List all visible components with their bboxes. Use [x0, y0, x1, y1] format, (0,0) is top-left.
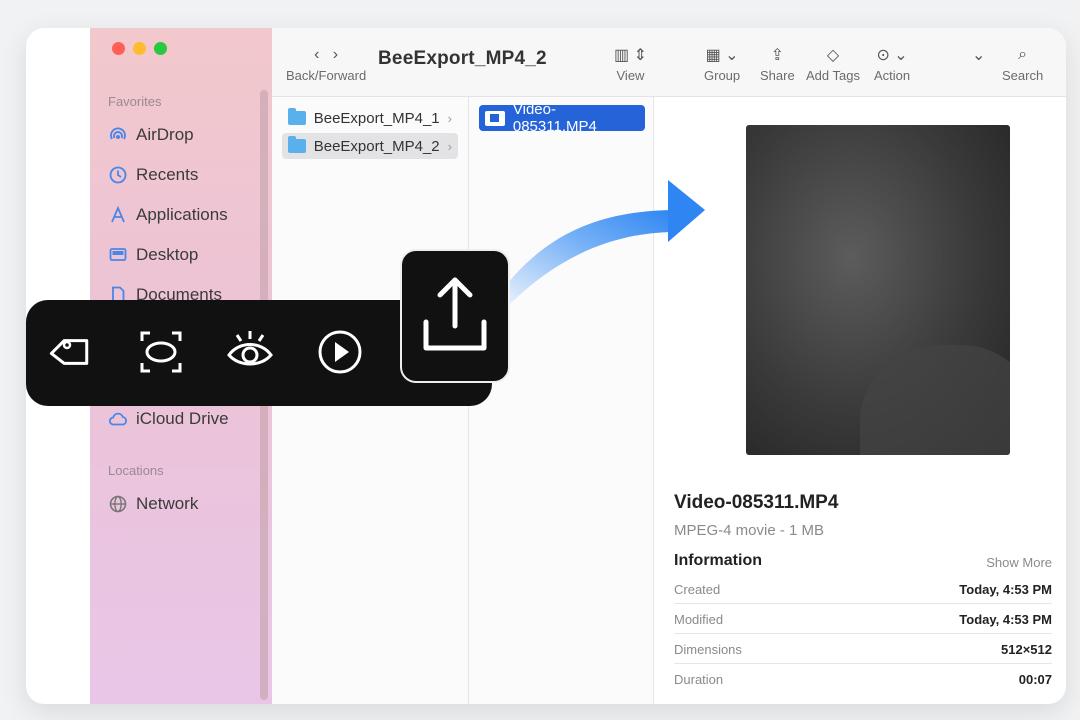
info-row: Dimensions 512×512: [674, 635, 1052, 664]
action-button[interactable]: ⊙ ⌄ Action: [874, 42, 910, 83]
locations-header: Locations: [108, 463, 164, 478]
preview-file-name: Video-085311.MP4: [674, 492, 839, 513]
cloud-icon: [108, 412, 127, 426]
chevron-down-icon: ⌄: [972, 47, 986, 64]
sidebar-item-label: iCloud Drive: [136, 409, 229, 428]
window-title: BeeExport_MP4_2: [378, 48, 547, 69]
share-quick-action-button[interactable]: [400, 249, 510, 383]
sidebar-item-icloud-drive[interactable]: iCloud Drive: [108, 406, 229, 432]
clock-icon: [109, 166, 127, 184]
chevron-right-icon: ›: [447, 110, 452, 126]
tag-button[interactable]: [46, 324, 102, 380]
grid-icon: ▦ ⌄: [705, 47, 739, 64]
window-controls: [112, 42, 167, 55]
chevron-right-icon: ›: [447, 138, 452, 154]
folder-icon: [288, 136, 306, 153]
info-value: 00:07: [1018, 671, 1052, 687]
folder-row-selected[interactable]: BeeExport_MP4_2 ›: [282, 133, 458, 159]
info-value: Today, 4:53 PM: [959, 611, 1052, 627]
share-icon: [423, 277, 487, 351]
desktop-icon: [109, 248, 127, 261]
info-row: Created Today, 4:53 PM: [674, 575, 1052, 604]
toolbar: ‹ › Back/Forward BeeExport_MP4_2 ▥ ⇕ Vie…: [272, 28, 1066, 97]
view-label: View: [616, 68, 645, 83]
chevron-left-right-icon: ‹ ›: [314, 46, 339, 63]
globe-icon: [109, 495, 127, 513]
video-thumbnail[interactable]: [746, 125, 1010, 455]
info-row: Duration 00:07: [674, 665, 1052, 693]
sidebar-item-applications[interactable]: Applications: [108, 202, 228, 228]
play-icon: [318, 330, 362, 374]
airdrop-icon: [110, 127, 126, 140]
sidebar-item-label: Applications: [136, 205, 228, 224]
tag-icon: ◇: [826, 47, 840, 64]
share-label: Share: [760, 68, 795, 83]
eye-icon: [227, 331, 273, 366]
movie-file-icon: [485, 110, 505, 126]
search-label: Search: [1002, 68, 1044, 83]
info-row: Modified Today, 4:53 PM: [674, 605, 1052, 634]
sidebar-item-label: AirDrop: [136, 125, 194, 144]
folder-name: BeeExport_MP4_2: [313, 137, 440, 155]
sidebar-item-label: Network: [136, 494, 199, 513]
info-key: Modified: [674, 611, 724, 627]
group-label: Group: [704, 68, 741, 83]
folder-name: BeeExport_MP4_1: [313, 109, 440, 127]
sidebar-item-label: Desktop: [136, 245, 199, 264]
applications-icon: [111, 205, 125, 223]
add-tags-label: Add Tags: [806, 68, 860, 83]
view-button[interactable]: ▥ ⇕ View: [614, 42, 647, 83]
close-button[interactable]: [112, 42, 125, 55]
search-button[interactable]: ⌕ Search: [1002, 42, 1043, 83]
add-tags-button[interactable]: ◇ Add Tags: [806, 42, 860, 83]
info-key: Created: [674, 581, 721, 597]
folder-icon: [288, 108, 306, 125]
back-forward-control[interactable]: ‹ › Back/Forward: [286, 42, 366, 83]
export-arrow: [490, 180, 705, 312]
info-value: 512×512: [1001, 641, 1052, 657]
back-forward-label: Back/Forward: [286, 68, 367, 83]
capture-button[interactable]: [133, 324, 189, 380]
folder-row[interactable]: BeeExport_MP4_1 ›: [282, 105, 458, 131]
share-icon: ⇪: [770, 47, 785, 64]
file-name: Video-085311.MP4: [512, 101, 597, 135]
zoom-button[interactable]: [154, 42, 167, 55]
sidebar-item-network[interactable]: Network: [108, 491, 198, 517]
play-button[interactable]: [312, 324, 368, 380]
show-more-link[interactable]: Show More: [986, 555, 1052, 570]
info-key: Dimensions: [674, 641, 742, 657]
quick-look-button[interactable]: [222, 324, 278, 380]
preview-pane: Video-085311.MP4 MPEG-4 movie - 1 MB Inf…: [654, 97, 1066, 704]
favorites-header: Favorites: [108, 94, 162, 109]
minimize-button[interactable]: [133, 42, 146, 55]
search-icon: ⌕: [1018, 46, 1028, 63]
file-row-selected[interactable]: Video-085311.MP4: [479, 101, 645, 135]
more-menu-button[interactable]: ⌄: [972, 42, 985, 68]
group-button[interactable]: ▦ ⌄ Group: [704, 42, 740, 83]
action-label: Action: [874, 68, 911, 83]
preview-file-kind: MPEG-4 movie - 1 MB: [674, 522, 825, 539]
crop-icon: [140, 331, 182, 373]
information-heading: Information: [674, 552, 762, 569]
tag-icon: [49, 339, 89, 365]
share-button[interactable]: ⇪ Share: [760, 42, 795, 83]
columns-view-icon: ▥ ⇕: [614, 47, 647, 64]
sidebar-item-desktop[interactable]: Desktop: [108, 242, 198, 268]
sidebar-item-label: Recents: [136, 165, 199, 184]
sidebar-item-airdrop[interactable]: AirDrop: [108, 122, 194, 148]
info-key: Duration: [674, 671, 724, 687]
sidebar-item-recents[interactable]: Recents: [108, 162, 198, 188]
info-value: Today, 4:53 PM: [959, 581, 1052, 597]
ellipsis-circle-icon: ⊙ ⌄: [876, 47, 908, 64]
